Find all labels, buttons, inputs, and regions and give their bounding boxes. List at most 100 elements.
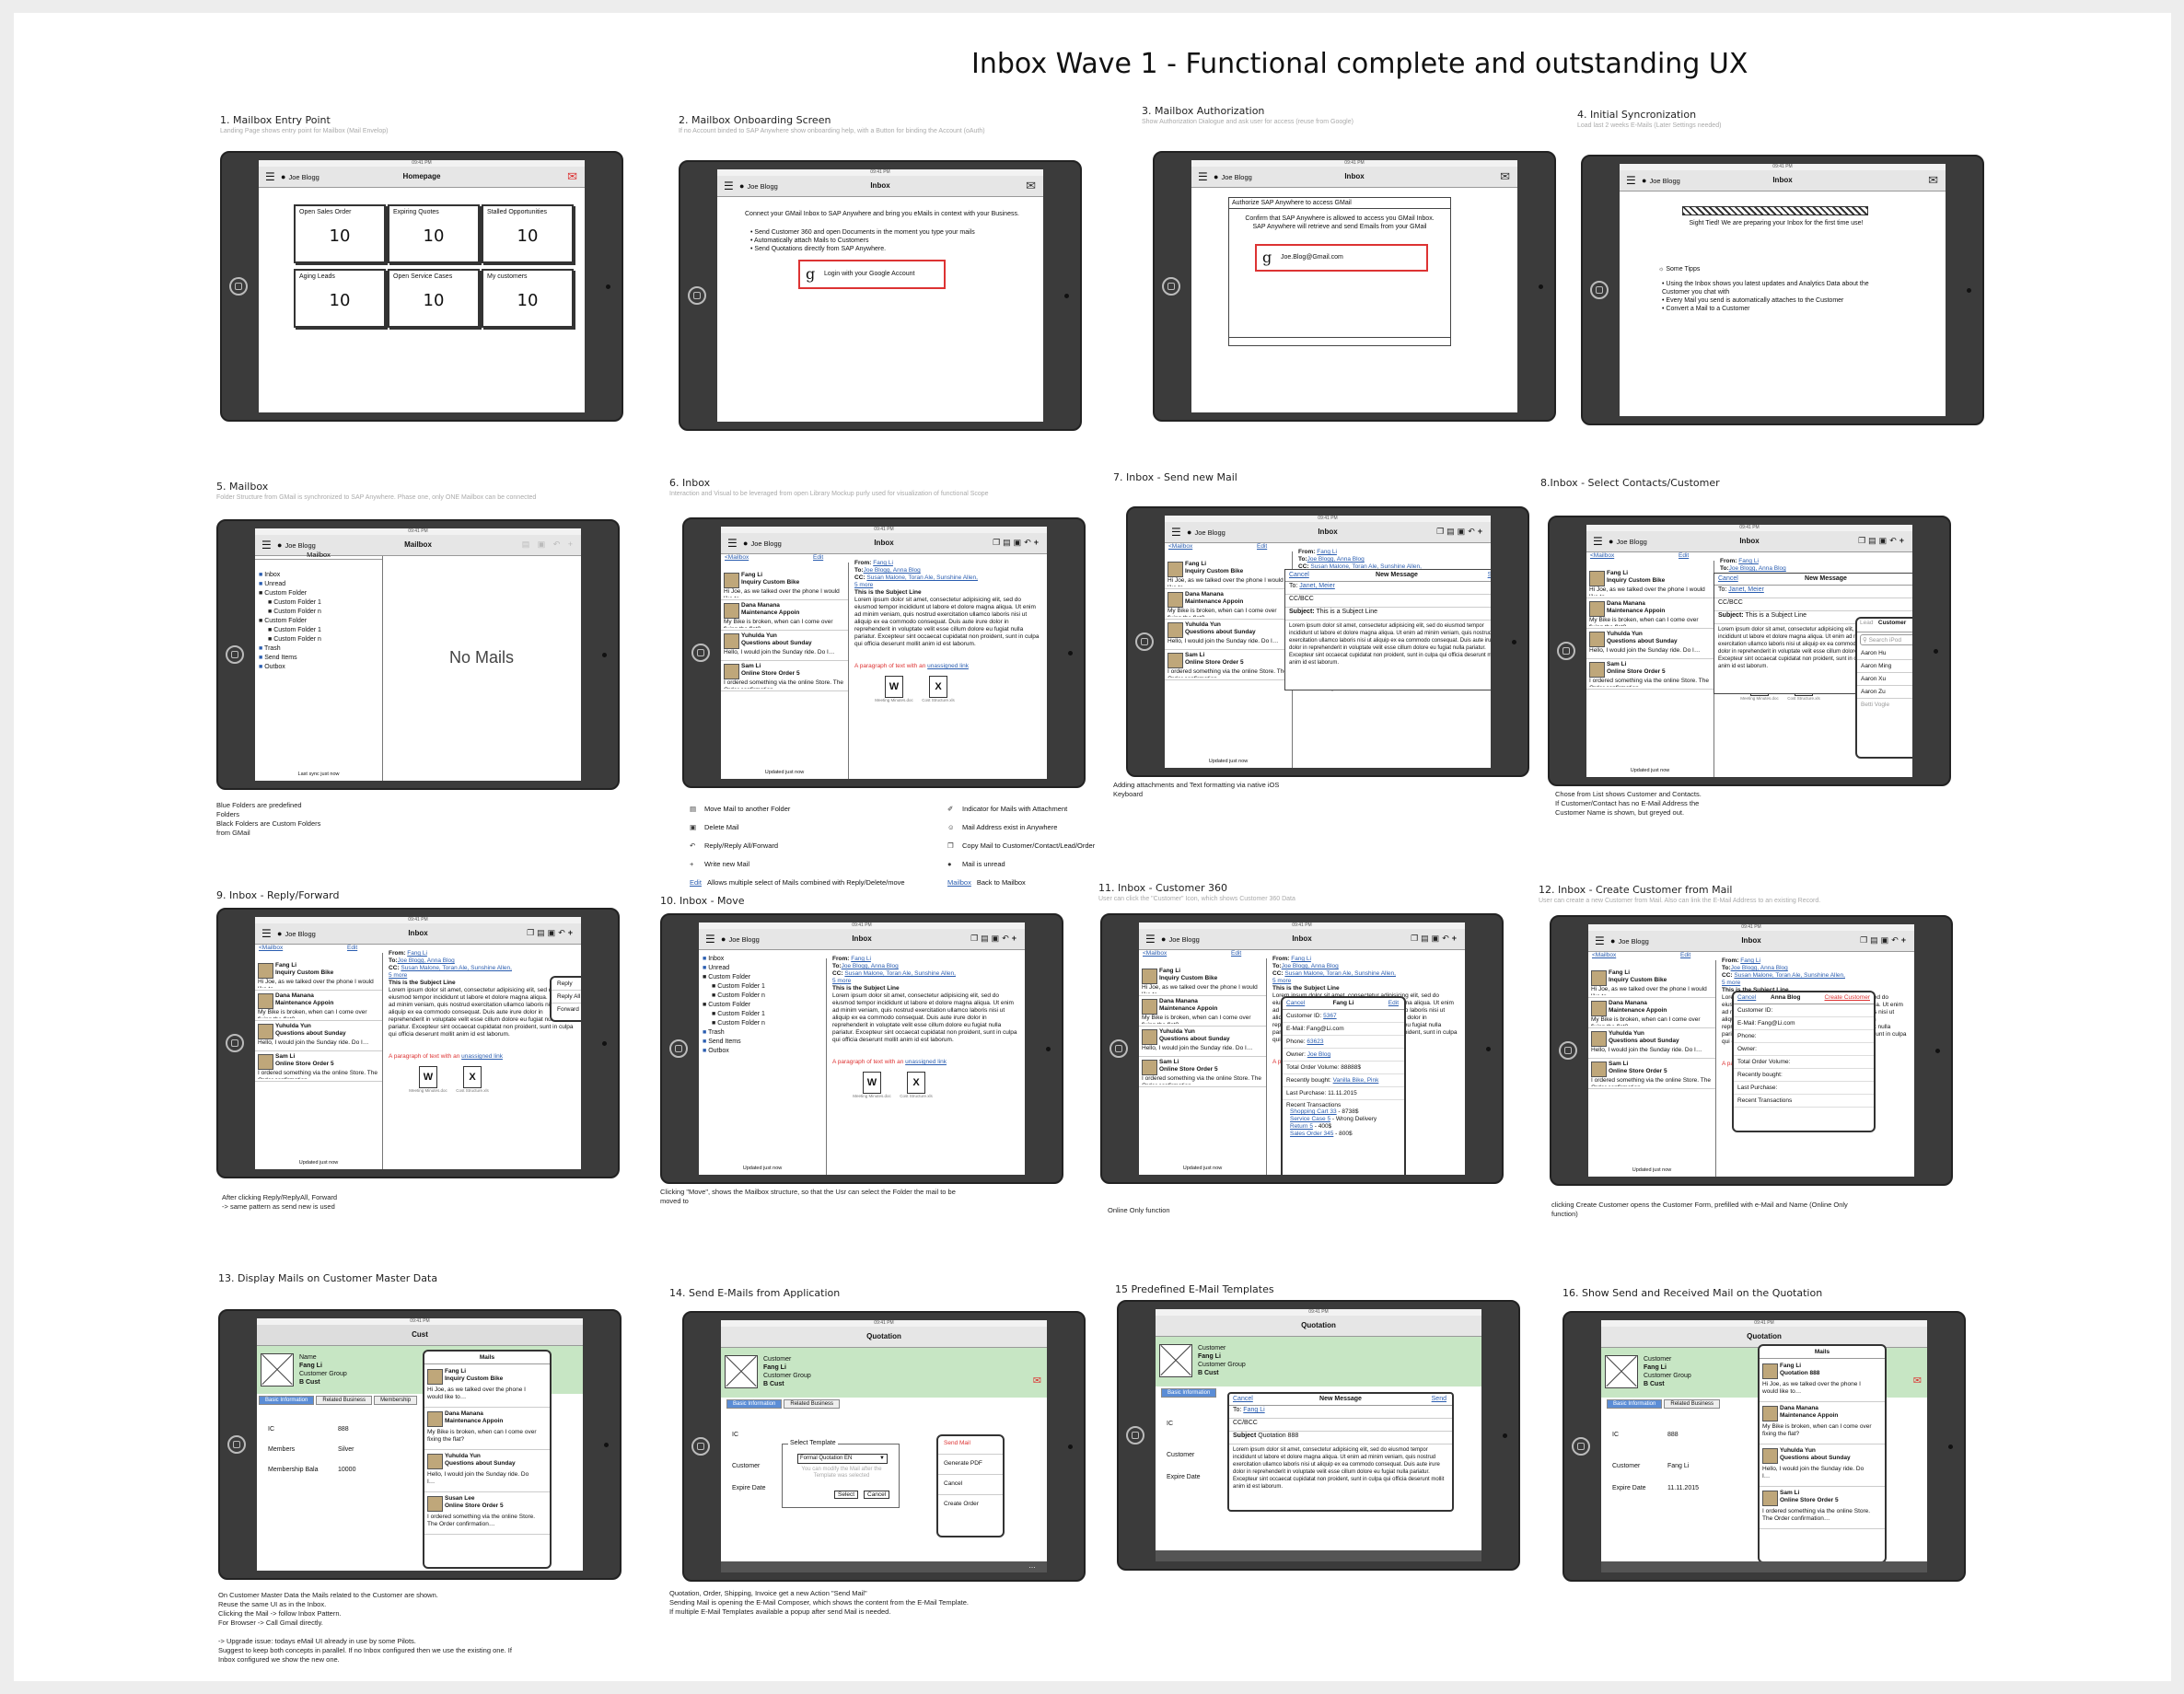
unassigned-link[interactable]: unassigned link xyxy=(905,1059,947,1065)
home-button[interactable] xyxy=(227,1435,246,1454)
copy-icon[interactable]: ❐ xyxy=(993,538,1003,547)
copy-icon[interactable]: ❐ xyxy=(970,934,981,943)
folder-item[interactable]: ■ Custom Folder n xyxy=(268,608,321,617)
to-value[interactable]: Joe Blogg, Anna Blog xyxy=(1729,565,1786,572)
cc-field[interactable]: CC/BCC xyxy=(1714,598,1912,611)
folder-item[interactable]: ■ Custom Folder xyxy=(259,589,307,598)
copy-icon[interactable]: ❐ xyxy=(1411,934,1421,943)
from-value[interactable]: Fang Li xyxy=(407,950,427,957)
copy-icon[interactable]: ❐ xyxy=(1858,536,1868,545)
mail-list-item[interactable]: Fang Li Inquiry Custom Bike Hi Joe, as we … xyxy=(721,570,848,600)
home-button[interactable] xyxy=(1135,632,1154,651)
picker-item[interactable]: Aaron Ming xyxy=(1857,660,1912,673)
kpi-tile[interactable]: Open Service Cases 10 xyxy=(388,269,480,328)
folder-item[interactable]: ■ Custom Folder xyxy=(703,973,750,982)
kpi-tile[interactable]: My customers 10 xyxy=(482,269,574,328)
picker-search[interactable]: ⚲ Search iPod xyxy=(1860,634,1912,645)
copy-icon[interactable]: ❐ xyxy=(527,928,537,937)
create-customer-button[interactable]: Create Customer xyxy=(1825,994,1871,1001)
tab-membership[interactable]: Membership xyxy=(374,1396,418,1405)
folder-move-icon[interactable]: ▤ xyxy=(1421,934,1432,943)
mail-list-item[interactable]: Yuhulda Yun Questions about Sunday Hello, … xyxy=(424,1451,550,1492)
more-link[interactable]: 5 more xyxy=(854,582,1041,589)
folder-item[interactable]: ■ Unread xyxy=(259,580,285,589)
reply-icon[interactable]: ↶ xyxy=(1889,536,1899,545)
customer-field-row[interactable]: Recent Transactions xyxy=(1734,1095,1874,1108)
folder-item[interactable]: ■ Custom Folder n xyxy=(712,1019,765,1028)
mail-list-item[interactable]: Dana Manana Maintenance Appoin My Bike is … xyxy=(1139,996,1266,1027)
to-value[interactable]: Joe Blogg, Anna Blog xyxy=(1282,963,1339,969)
mail-list-item[interactable]: Yuhulda Yun Questions about Sunday Hello, … xyxy=(721,631,848,661)
mail-list-item[interactable]: Fang Li Inquiry Custom Bike Hi Joe, as we … xyxy=(424,1366,550,1408)
mail-list-item[interactable]: Fang Li Inquiry Custom Bike Hi Joe, as we … xyxy=(1586,568,1714,598)
trash-icon[interactable]: ▣ xyxy=(1458,527,1469,536)
transaction-link[interactable]: Service Case 5 xyxy=(1290,1116,1330,1122)
folder-move-icon[interactable]: ▤ xyxy=(1868,536,1879,545)
mail-list-item[interactable]: Fang Li Inquiry Custom Bike Hi Joe, as we … xyxy=(255,960,382,991)
folder-move-icon[interactable]: ▤ xyxy=(1870,935,1881,945)
mail-list-item[interactable]: Yuhulda Yun Questions about Sunday Hello, … xyxy=(1760,1445,1885,1487)
cc-value[interactable]: Susan Malone, Toran Ale, Sunshine Allen, xyxy=(844,970,956,977)
folder-item[interactable]: ■ Trash xyxy=(259,644,281,654)
from-value[interactable]: Fang Li xyxy=(1740,957,1760,964)
plus-icon[interactable]: + xyxy=(1478,527,1485,536)
folder-item[interactable]: ■ Inbox xyxy=(703,955,724,964)
mailbox-back-link[interactable]: <Mailbox xyxy=(1143,950,1167,957)
customer-field-row[interactable]: Recently bought: xyxy=(1734,1069,1874,1082)
customer-field-row[interactable]: Customer ID: xyxy=(1734,1004,1874,1017)
mail-list-item[interactable]: Sam Li Online Store Order 5 I ordered some… xyxy=(1165,650,1292,680)
subject-field[interactable]: Subject: This is a Subject Line xyxy=(1285,608,1491,621)
home-button[interactable] xyxy=(1590,281,1609,299)
send-button[interactable]: Send xyxy=(1432,1396,1446,1402)
recipient[interactable]: Janet, Meier xyxy=(1299,583,1335,589)
tab-lead[interactable]: Lead xyxy=(1860,620,1873,626)
edit-link[interactable]: Edit xyxy=(347,945,357,951)
mail-envelope-icon[interactable]: ✉ xyxy=(567,170,577,182)
to-value[interactable]: Joe Blogg, Anna Blog xyxy=(842,963,899,969)
mail-list-item[interactable]: Fang Li Inquiry Custom Bike Hi Joe, as we … xyxy=(1588,968,1715,998)
home-button[interactable] xyxy=(1557,642,1575,660)
reply-icon[interactable]: ↶ xyxy=(1024,538,1034,547)
more-link[interactable]: 5 more xyxy=(389,972,575,980)
home-button[interactable] xyxy=(226,645,244,664)
edit-link[interactable]: Edit xyxy=(1680,952,1690,958)
folder-item[interactable]: ■ Custom Folder 1 xyxy=(268,598,321,608)
cancel-button[interactable]: Cancel xyxy=(864,1491,890,1499)
home-button[interactable] xyxy=(688,286,706,305)
folder-item[interactable]: ■ Custom Folder 1 xyxy=(712,982,765,992)
folder-move-icon[interactable]: ▤ xyxy=(1446,527,1458,536)
mail-list-item[interactable]: Sam Li Online Store Order 5 I ordered some… xyxy=(1586,659,1714,690)
folder-item[interactable]: ■ Send Items xyxy=(703,1038,741,1047)
mailbox-back-link[interactable]: <Mailbox xyxy=(1590,552,1614,559)
unassigned-link[interactable]: unassigned link xyxy=(927,663,969,669)
field-value[interactable]: 63623 xyxy=(1307,1038,1323,1045)
to-field[interactable]: To: Janet, Meier xyxy=(1714,586,1912,598)
from-value[interactable]: Fang Li xyxy=(1738,558,1759,564)
folder-item[interactable]: ■ Custom Folder 1 xyxy=(712,1010,765,1019)
picker-item[interactable]: Aaron Xu xyxy=(1857,673,1912,686)
attachment[interactable]: WMeeting Minutes.doc xyxy=(873,676,915,703)
plus-icon[interactable]: + xyxy=(1901,935,1909,945)
kpi-tile[interactable]: Stalled Opportunities 10 xyxy=(482,204,574,263)
mail-envelope-icon[interactable]: ✉ xyxy=(1913,1375,1922,1387)
mail-list-item[interactable]: Dana Manana Maintenance Appoin My Bike is … xyxy=(1165,589,1292,620)
to-value[interactable]: Joe Blogg, Anna Blog xyxy=(1731,965,1788,971)
mailbox-back-link[interactable]: <Mailbox xyxy=(725,554,749,561)
kpi-tile[interactable]: Expiring Quotes 10 xyxy=(388,204,480,263)
mail-envelope-icon[interactable]: ✉ xyxy=(1033,1375,1041,1387)
reply-all-option[interactable]: Reply All xyxy=(552,991,581,1004)
mail-list-item[interactable]: Yuhulda Yun Questions about Sunday Hello, … xyxy=(1139,1027,1266,1057)
mail-list-item[interactable]: Fang Li Inquiry Custom Bike Hi Joe, as we … xyxy=(1139,966,1266,996)
home-button[interactable] xyxy=(691,644,710,662)
kpi-tile[interactable]: Open Sales Order 10 xyxy=(294,204,386,263)
to-value[interactable]: Joe Blogg, Anna Blog xyxy=(1307,556,1365,563)
mailbox-back-link[interactable]: <Mailbox xyxy=(1592,952,1616,958)
home-button[interactable] xyxy=(1572,1437,1590,1456)
trash-icon[interactable]: ▣ xyxy=(1432,934,1443,943)
folder-item[interactable]: ■ Custom Folder xyxy=(259,617,307,626)
reply-icon[interactable]: ↶ xyxy=(1442,934,1452,943)
transaction-link[interactable]: Return 5 xyxy=(1290,1123,1313,1130)
to-field[interactable]: To: Fang Li xyxy=(1229,1406,1452,1419)
trash-icon[interactable]: ▣ xyxy=(1879,536,1890,545)
reply-icon[interactable]: ↶ xyxy=(1468,527,1478,536)
